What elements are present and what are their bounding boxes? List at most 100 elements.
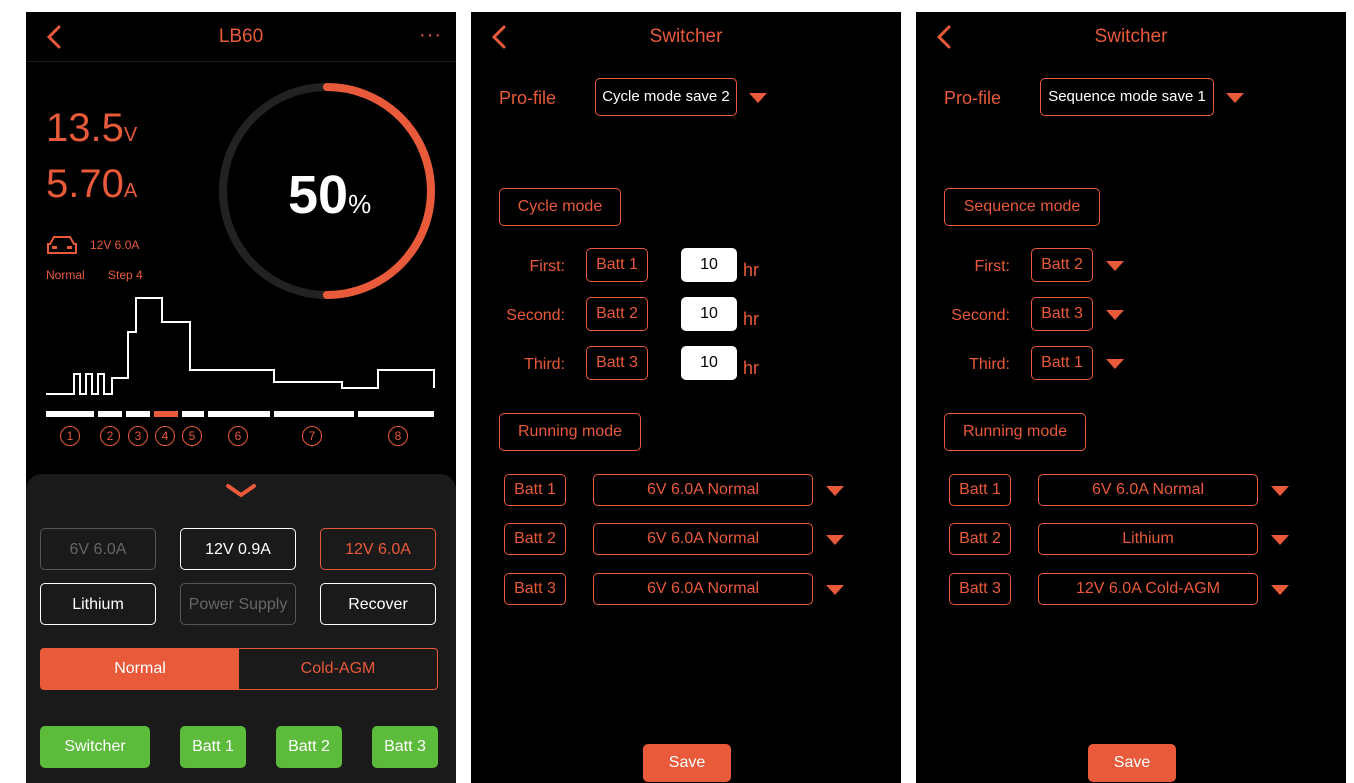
voltage-unit: V — [123, 124, 138, 146]
running-mode-button[interactable]: Running mode — [499, 413, 641, 451]
charge-curve — [46, 297, 435, 395]
profile-label: Pro-file — [944, 88, 1002, 108]
running-batt-2-dropdown-icon[interactable] — [1271, 535, 1289, 545]
running-batt-2-select[interactable]: Lithium — [1038, 523, 1258, 555]
second-batt-select[interactable]: Batt 3 — [1031, 297, 1093, 331]
current-readout: 5.70A — [46, 162, 137, 207]
battery-info: 12V 6.0A — [90, 238, 140, 252]
preset-12v-6a-button[interactable]: 12V 6.0A — [320, 528, 436, 570]
running-batt-2-select[interactable]: 6V 6.0A Normal — [593, 523, 813, 555]
step-8: 8 — [388, 426, 408, 446]
profile-select[interactable]: Cycle mode save 2 — [595, 78, 737, 116]
step-7: 7 — [302, 426, 322, 446]
third-batt-select[interactable]: Batt 1 — [1031, 346, 1093, 380]
profile-select[interactable]: Sequence mode save 1 — [1040, 78, 1214, 116]
first-batt-select[interactable]: Batt 1 — [586, 248, 648, 282]
first-dropdown-icon[interactable] — [1106, 261, 1124, 271]
cycle-mode-button[interactable]: Cycle mode — [499, 188, 621, 226]
charge-type-toggle: Normal Cold-AGM — [40, 648, 438, 690]
page-title: Switcher — [1094, 26, 1168, 47]
third-label: Third: — [969, 356, 1010, 373]
running-batt-2-dropdown-icon[interactable] — [826, 535, 844, 545]
running-batt-3-label: Batt 3 — [949, 573, 1011, 605]
step-5: 5 — [182, 426, 202, 446]
more-options-icon[interactable]: ··· — [419, 24, 442, 47]
running-batt-1-label: Batt 1 — [949, 474, 1011, 506]
first-hours-input[interactable]: 10 — [681, 248, 737, 282]
running-batt-1-select[interactable]: 6V 6.0A Normal — [593, 474, 813, 506]
car-icon — [47, 236, 77, 254]
preset-6v-6a-button[interactable]: 6V 6.0A — [40, 528, 156, 570]
step-segment — [358, 411, 434, 417]
step-2: 2 — [100, 426, 120, 446]
header-divider — [26, 61, 456, 62]
third-label: Third: — [524, 356, 565, 373]
voltage-value: 13.5 — [46, 106, 124, 150]
first-batt-select[interactable]: Batt 2 — [1031, 248, 1093, 282]
percent-unit: % — [348, 189, 372, 219]
chevron-down-icon[interactable] — [224, 482, 258, 500]
step-segment — [274, 411, 354, 417]
step-segment — [98, 411, 122, 417]
second-dropdown-icon[interactable] — [1106, 310, 1124, 320]
step-segment — [46, 411, 94, 417]
running-mode-button[interactable]: Running mode — [944, 413, 1086, 451]
batt-3-button[interactable]: Batt 3 — [372, 726, 438, 768]
running-batt-3-label: Batt 3 — [504, 573, 566, 605]
running-batt-2-label: Batt 2 — [949, 523, 1011, 555]
third-batt-select[interactable]: Batt 3 — [586, 346, 648, 380]
profile-label: Pro-file — [499, 88, 557, 108]
step-segment-active — [154, 411, 178, 417]
current-unit: A — [123, 180, 138, 202]
voltage-readout: 13.5V — [46, 106, 137, 151]
charge-mode-label: Normal — [46, 268, 85, 282]
percent-value: 50 — [288, 165, 349, 225]
step-1: 1 — [60, 426, 80, 446]
charge-step-label: Step 4 — [108, 268, 143, 282]
step-segment — [208, 411, 270, 417]
lithium-button[interactable]: Lithium — [40, 583, 156, 625]
first-label: First: — [974, 258, 1010, 275]
switcher-sequence-screen: Switcher Pro-file Sequence mode save 1 S… — [916, 12, 1346, 783]
charger-screen: LB60 ··· 13.5V 5.70A 12V 6.0A Normal Ste… — [26, 12, 456, 783]
batt-2-button[interactable]: Batt 2 — [276, 726, 342, 768]
third-dropdown-icon[interactable] — [1106, 359, 1124, 369]
running-batt-1-dropdown-icon[interactable] — [826, 486, 844, 496]
step-3: 3 — [128, 426, 148, 446]
normal-tab[interactable]: Normal — [41, 649, 239, 689]
power-supply-button[interactable]: Power Supply — [180, 583, 296, 625]
third-hours-unit: hr — [743, 358, 760, 378]
running-batt-2-label: Batt 2 — [504, 523, 566, 555]
preset-12v-0.9a-button[interactable]: 12V 0.9A — [180, 528, 296, 570]
step-segment — [126, 411, 150, 417]
profile-dropdown-icon[interactable] — [1226, 93, 1244, 103]
page-title: LB60 — [218, 26, 264, 47]
step-6: 6 — [228, 426, 248, 446]
switcher-button[interactable]: Switcher — [40, 726, 150, 768]
second-batt-select[interactable]: Batt 2 — [586, 297, 648, 331]
step-segment — [182, 411, 204, 417]
cold-agm-tab[interactable]: Cold-AGM — [239, 649, 437, 689]
save-button[interactable]: Save — [643, 744, 731, 782]
running-batt-3-dropdown-icon[interactable] — [826, 585, 844, 595]
running-batt-1-select[interactable]: 6V 6.0A Normal — [1038, 474, 1258, 506]
running-batt-1-label: Batt 1 — [504, 474, 566, 506]
charge-percent: 50% — [288, 164, 371, 226]
current-value: 5.70 — [46, 162, 124, 206]
running-batt-3-dropdown-icon[interactable] — [1271, 585, 1289, 595]
running-batt-3-select[interactable]: 6V 6.0A Normal — [593, 573, 813, 605]
running-batt-1-dropdown-icon[interactable] — [1271, 486, 1289, 496]
recover-button[interactable]: Recover — [320, 583, 436, 625]
second-hours-input[interactable]: 10 — [681, 297, 737, 331]
second-label: Second: — [506, 307, 565, 324]
third-hours-input[interactable]: 10 — [681, 346, 737, 380]
profile-dropdown-icon[interactable] — [749, 93, 767, 103]
sequence-mode-button[interactable]: Sequence mode — [944, 188, 1100, 226]
batt-1-button[interactable]: Batt 1 — [180, 726, 246, 768]
header: LB60 ··· — [26, 12, 456, 62]
save-button[interactable]: Save — [1088, 744, 1176, 782]
running-batt-3-select[interactable]: 12V 6.0A Cold-AGM — [1038, 573, 1258, 605]
second-label: Second: — [951, 307, 1010, 324]
second-hours-unit: hr — [743, 309, 760, 329]
first-label: First: — [529, 258, 565, 275]
